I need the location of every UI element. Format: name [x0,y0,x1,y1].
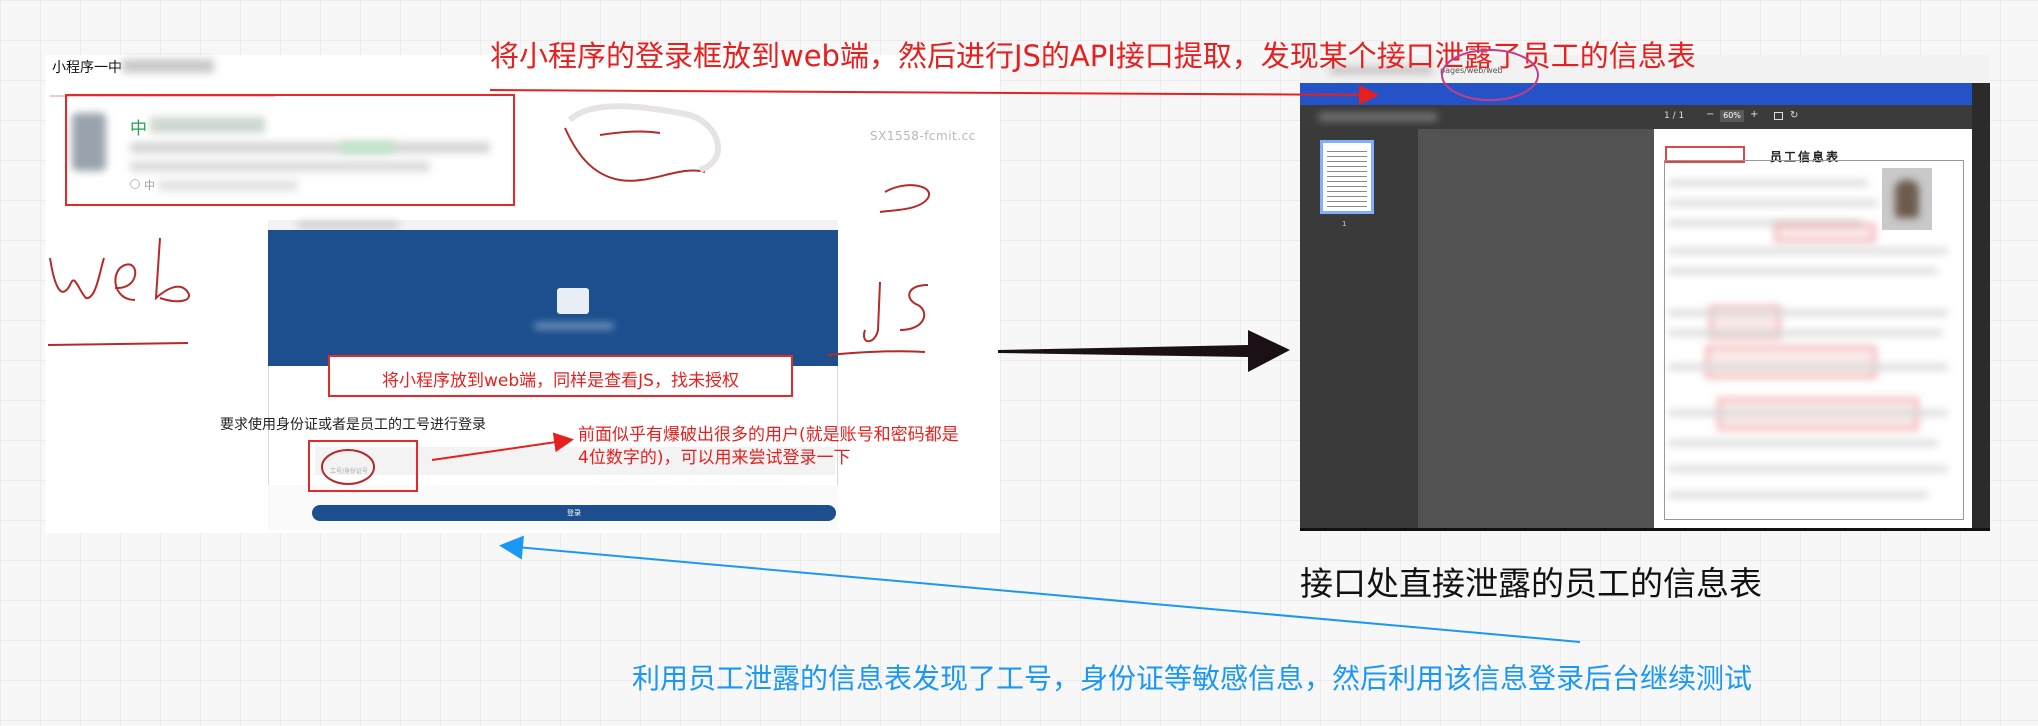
page-thumbnail[interactable] [1320,140,1374,214]
bottom-annotation: 利用员工泄露的信息表发现了工号，身份证等敏感信息，然后利用该信息登录后台继续测试 [632,662,1753,695]
arrow-to-info-sheet [998,330,1290,372]
page-indicator[interactable]: 1 / 1 [1664,111,1684,121]
login-requirement-text: 要求使用身份证或者是员工的工号进行登录 [220,417,486,433]
zoom-level[interactable]: 60% [1720,110,1744,122]
redacted-system-name [534,323,614,329]
top-annotation: 将小程序的登录框放到web端，然后进行JS的API接口提取，发现某个接口泄露了员… [490,39,1696,73]
callout-text-bruteforce: 前面似乎有爆破出很多的用户(就是账号和密码都是4位数字的)，可以用来尝试登录一下 [578,425,959,468]
highlight-box-id-input [308,440,418,492]
thumbnail-number: 1 [1342,220,1347,228]
login-banner [268,230,838,366]
table-border [1664,160,1964,520]
redacted-filename [1318,113,1438,121]
logo-icon [557,288,589,314]
browser-controls[interactable] [782,221,822,236]
zoom-out-icon[interactable]: − [1706,109,1714,120]
fit-page-icon[interactable] [1774,112,1783,120]
viewer-canvas [1418,129,1654,529]
rotate-icon[interactable]: ↻ [1790,110,1798,121]
login-button[interactable]: 登录 [312,505,836,521]
highlight-box-login-card [65,94,515,206]
callout-text-unauthorized: 将小程序放到web端，同样是查看JS，找未授权 [382,371,739,391]
right-annotation: 接口处直接泄露的员工的信息表 [1300,564,1762,603]
viewer-header-bar [1300,83,1972,105]
zoom-in-icon[interactable]: + [1750,109,1758,120]
redacted-title [122,59,214,73]
mini-program-title: 小程序一中 [52,60,122,76]
divider-line [1300,528,1990,531]
redacted-tab [298,222,398,228]
watermark: SX1558-fcmit.cc [870,129,976,143]
